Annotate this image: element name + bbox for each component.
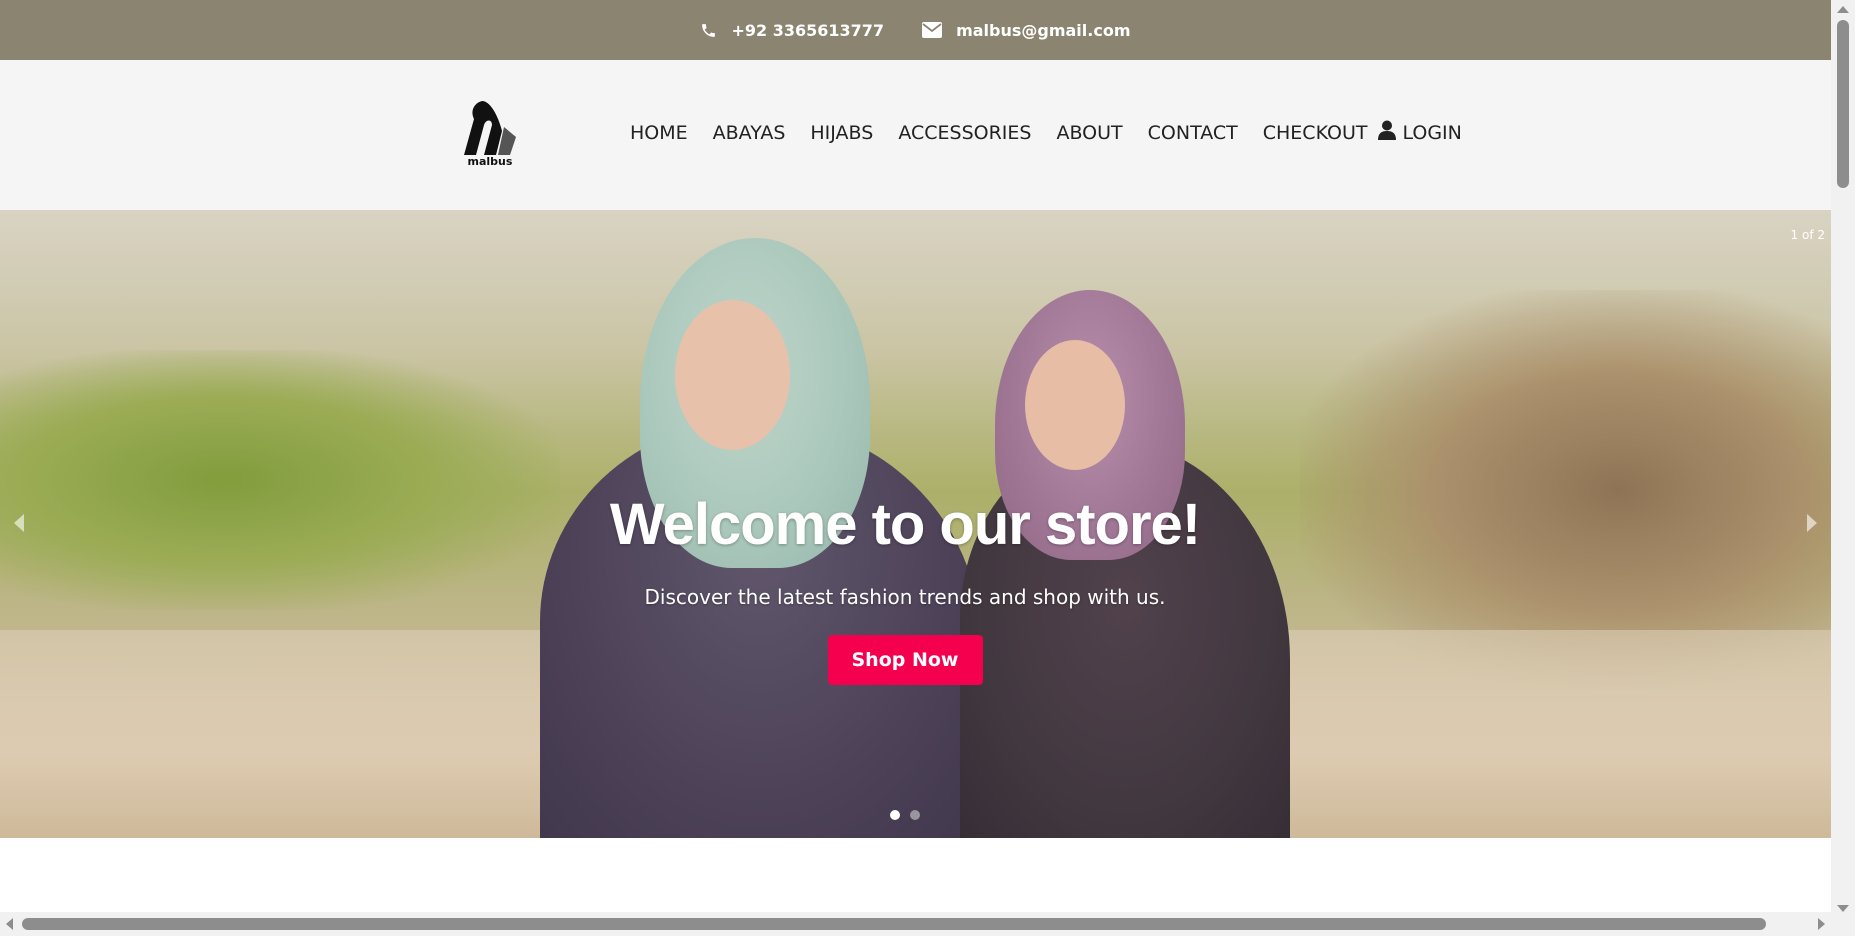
email-contact[interactable]: malbus@gmail.com — [922, 20, 1131, 40]
hero-subtitle: Discover the latest fashion trends and s… — [644, 585, 1166, 609]
vertical-scroll-thumb[interactable] — [1837, 20, 1849, 188]
carousel-dot-1[interactable] — [890, 810, 900, 820]
nav-item-contact[interactable]: CONTACT — [1148, 122, 1238, 144]
top-contact-bar: +92 3365613777 malbus@gmail.com — [0, 0, 1831, 60]
phone-contact[interactable]: +92 3365613777 — [700, 21, 884, 40]
logo-text: malbus — [467, 155, 513, 168]
horizontal-scroll-thumb[interactable] — [22, 918, 1766, 930]
login-label: LOGIN — [1402, 121, 1462, 144]
hero-caption: Welcome to our store! Discover the lates… — [0, 495, 1810, 685]
slide-counter: 1 of 2 — [1790, 228, 1825, 242]
carousel-indicators — [890, 810, 920, 820]
phone-icon — [700, 22, 717, 39]
site-logo[interactable]: malbus — [462, 97, 524, 171]
phone-number: +92 3365613777 — [731, 20, 885, 40]
main-nav: HOME ABAYAS HIJABS ACCESSORIES ABOUT CON… — [630, 120, 1462, 145]
user-icon — [1378, 120, 1397, 145]
page: +92 3365613777 malbus@gmail.com malbus H… — [0, 0, 1831, 918]
nav-item-abayas[interactable]: ABAYAS — [713, 122, 786, 144]
nav-item-login[interactable]: LOGIN — [1378, 120, 1462, 145]
scroll-right-icon[interactable] — [1818, 918, 1825, 930]
logo-mark-icon — [464, 101, 516, 155]
shop-now-button[interactable]: Shop Now — [827, 635, 983, 685]
nav-item-about[interactable]: ABOUT — [1056, 122, 1122, 144]
scroll-up-icon[interactable] — [1837, 6, 1849, 13]
horizontal-scrollbar[interactable] — [0, 912, 1831, 936]
scrollbar-corner — [1831, 912, 1855, 936]
hero-title: Welcome to our store! — [609, 492, 1201, 557]
site-header: malbus HOME ABAYAS HIJABS ACCESSORIES AB… — [0, 60, 1831, 210]
email-address: malbus@gmail.com — [956, 20, 1131, 40]
scroll-left-icon[interactable] — [6, 918, 13, 930]
vertical-scrollbar[interactable] — [1831, 0, 1855, 918]
nav-item-hijabs[interactable]: HIJABS — [810, 122, 873, 144]
envelope-icon — [922, 22, 943, 38]
nav-item-home[interactable]: HOME — [630, 122, 688, 144]
nav-item-accessories[interactable]: ACCESSORIES — [898, 122, 1031, 144]
carousel-dot-2[interactable] — [910, 810, 920, 820]
nav-item-checkout[interactable]: CHECKOUT — [1263, 122, 1368, 144]
scroll-down-icon[interactable] — [1837, 905, 1849, 912]
hero-carousel: 1 of 2 Welcome to our store! Discover th… — [0, 210, 1831, 838]
